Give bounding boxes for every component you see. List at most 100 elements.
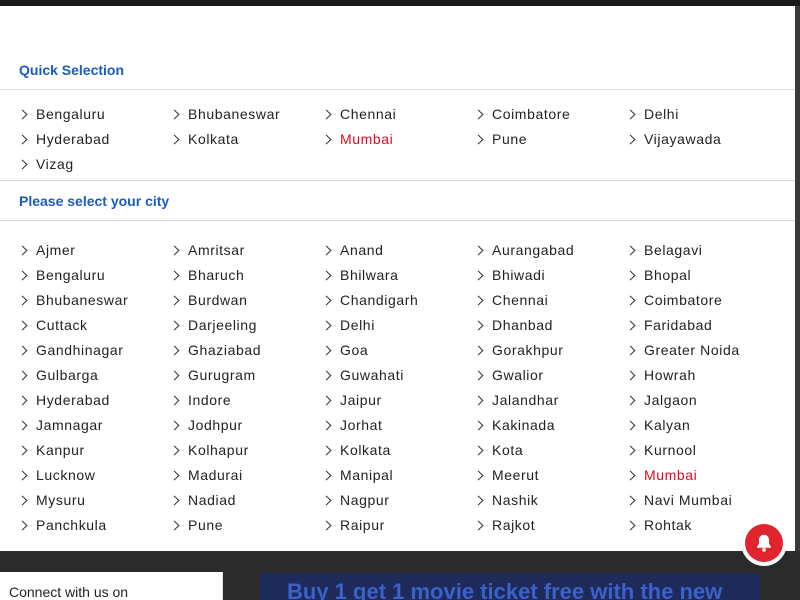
city-option-mumbai[interactable]: Mumbai (321, 127, 394, 152)
city-option-gwalior[interactable]: Gwalior (473, 363, 544, 388)
city-option-jaipur[interactable]: Jaipur (321, 388, 382, 413)
city-label: Bhilwara (340, 267, 399, 283)
city-option-coimbatore[interactable]: Coimbatore (625, 288, 722, 313)
city-option-bengaluru[interactable]: Bengaluru (17, 263, 105, 288)
city-option-jorhat[interactable]: Jorhat (321, 413, 383, 438)
chevron-right-icon (473, 295, 484, 306)
city-option-delhi[interactable]: Delhi (321, 313, 375, 338)
city-option-kota[interactable]: Kota (473, 438, 523, 463)
chevron-right-icon (169, 109, 180, 120)
city-option-gorakhpur[interactable]: Gorakhpur (473, 338, 564, 363)
city-option-meerut[interactable]: Meerut (473, 463, 539, 488)
city-option-nadiad[interactable]: Nadiad (169, 488, 236, 513)
chevron-right-icon (473, 134, 484, 145)
city-option-kolkata[interactable]: Kolkata (169, 127, 239, 152)
city-label: Bengaluru (36, 106, 106, 122)
city-option-bharuch[interactable]: Bharuch (169, 263, 244, 288)
city-label: Burdwan (188, 292, 248, 308)
chevron-right-icon (473, 109, 484, 120)
city-label: Gwalior (492, 367, 544, 383)
city-option-lucknow[interactable]: Lucknow (17, 463, 95, 488)
city-option-hyderabad[interactable]: Hyderabad (17, 127, 110, 152)
chevron-right-icon (321, 295, 332, 306)
city-option-indore[interactable]: Indore (169, 388, 231, 413)
city-option-pune[interactable]: Pune (169, 513, 223, 538)
city-option-anand[interactable]: Anand (321, 238, 383, 263)
city-label: Ajmer (36, 242, 76, 258)
city-option-jamnagar[interactable]: Jamnagar (17, 413, 103, 438)
city-option-amritsar[interactable]: Amritsar (169, 238, 245, 263)
city-option-delhi[interactable]: Delhi (625, 102, 679, 127)
chevron-right-icon (17, 345, 28, 356)
city-option-bhubaneswar[interactable]: Bhubaneswar (17, 288, 128, 313)
city-option-burdwan[interactable]: Burdwan (169, 288, 248, 313)
city-label: Mysuru (36, 492, 86, 508)
city-option-jodhpur[interactable]: Jodhpur (169, 413, 243, 438)
city-label: Guwahati (340, 367, 404, 383)
chevron-right-icon (169, 270, 180, 281)
city-option-navi-mumbai[interactable]: Navi Mumbai (625, 488, 732, 513)
city-option-darjeeling[interactable]: Darjeeling (169, 313, 258, 338)
notification-bell-button[interactable] (741, 520, 787, 566)
city-option-kolhapur[interactable]: Kolhapur (169, 438, 249, 463)
city-option-chennai[interactable]: Chennai (321, 102, 396, 127)
city-option-belagavi[interactable]: Belagavi (625, 238, 703, 263)
city-label: Manipal (340, 467, 394, 483)
city-label: Darjeeling (188, 317, 258, 333)
city-option-nashik[interactable]: Nashik (473, 488, 538, 513)
city-option-rohtak[interactable]: Rohtak (625, 513, 692, 538)
chevron-right-icon (473, 420, 484, 431)
city-option-bhilwara[interactable]: Bhilwara (321, 263, 399, 288)
city-option-kurnool[interactable]: Kurnool (625, 438, 696, 463)
city-option-kolkata[interactable]: Kolkata (321, 438, 391, 463)
chevron-right-icon (321, 370, 332, 381)
chevron-right-icon (169, 520, 180, 531)
city-label: Mumbai (340, 131, 394, 147)
city-option-kanpur[interactable]: Kanpur (17, 438, 85, 463)
city-option-vizag[interactable]: Vizag (17, 152, 74, 177)
city-option-bengaluru[interactable]: Bengaluru (17, 102, 106, 127)
city-option-guwahati[interactable]: Guwahati (321, 363, 404, 388)
city-option-bhopal[interactable]: Bhopal (625, 263, 691, 288)
city-option-jalgaon[interactable]: Jalgaon (625, 388, 697, 413)
city-option-gulbarga[interactable]: Gulbarga (17, 363, 98, 388)
city-option-howrah[interactable]: Howrah (625, 363, 696, 388)
city-option-kalyan[interactable]: Kalyan (625, 413, 690, 438)
city-option-aurangabad[interactable]: Aurangabad (473, 238, 574, 263)
city-option-panchkula[interactable]: Panchkula (17, 513, 107, 538)
city-label: Kolkata (340, 442, 391, 458)
city-option-pune[interactable]: Pune (473, 127, 527, 152)
city-option-bhubaneswar[interactable]: Bhubaneswar (169, 102, 280, 127)
city-option-raipur[interactable]: Raipur (321, 513, 385, 538)
city-option-ajmer[interactable]: Ajmer (17, 238, 76, 263)
city-option-gurugram[interactable]: Gurugram (169, 363, 256, 388)
city-option-mumbai[interactable]: Mumbai (625, 463, 697, 488)
city-option-greater-noida[interactable]: Greater Noida (625, 338, 740, 363)
city-option-faridabad[interactable]: Faridabad (625, 313, 712, 338)
chevron-right-icon (169, 134, 180, 145)
city-label: Gurugram (188, 367, 256, 383)
city-option-vijayawada[interactable]: Vijayawada (625, 127, 721, 152)
chevron-right-icon (17, 109, 28, 120)
city-option-coimbatore[interactable]: Coimbatore (473, 102, 570, 127)
promo-banner[interactable]: Buy 1 get 1 movie ticket free with the n… (260, 573, 760, 600)
city-option-kakinada[interactable]: Kakinada (473, 413, 555, 438)
city-option-chennai[interactable]: Chennai (473, 288, 548, 313)
city-option-chandigarh[interactable]: Chandigarh (321, 288, 418, 313)
city-option-jalandhar[interactable]: Jalandhar (473, 388, 559, 413)
city-option-cuttack[interactable]: Cuttack (17, 313, 88, 338)
city-option-nagpur[interactable]: Nagpur (321, 488, 390, 513)
city-option-dhanbad[interactable]: Dhanbad (473, 313, 553, 338)
city-option-manipal[interactable]: Manipal (321, 463, 394, 488)
city-option-mysuru[interactable]: Mysuru (17, 488, 86, 513)
city-option-goa[interactable]: Goa (321, 338, 368, 363)
select-city-title: Please select your city (19, 193, 170, 209)
city-option-hyderabad[interactable]: Hyderabad (17, 388, 110, 413)
city-option-gandhinagar[interactable]: Gandhinagar (17, 338, 124, 363)
city-option-madurai[interactable]: Madurai (169, 463, 243, 488)
chevron-right-icon (321, 345, 332, 356)
city-option-ghaziabad[interactable]: Ghaziabad (169, 338, 261, 363)
city-option-bhiwadi[interactable]: Bhiwadi (473, 263, 545, 288)
city-option-rajkot[interactable]: Rajkot (473, 513, 535, 538)
chevron-right-icon (473, 245, 484, 256)
